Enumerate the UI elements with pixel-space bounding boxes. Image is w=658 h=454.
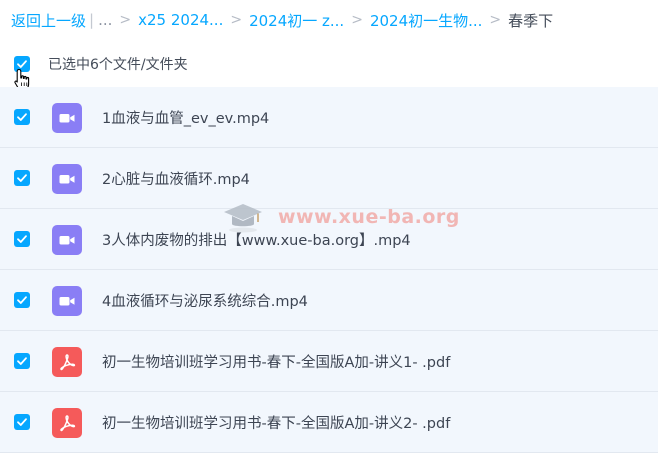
file-checkbox[interactable] [14,231,30,247]
video-camera-icon [59,236,75,245]
pdf-file-icon [52,347,82,377]
video-file-icon [52,103,82,133]
file-checkbox[interactable] [14,170,30,186]
breadcrumb-ellipsis[interactable]: ... [98,11,112,29]
breadcrumb-item-1[interactable]: x25 2024... [138,11,223,29]
file-name[interactable]: 初一生物培训班学习用书-春下-全国版A加-讲义2- .pdf [102,412,450,433]
video-file-icon [52,225,82,255]
file-name[interactable]: 1血液与血管_ev_ev.mp4 [102,107,269,128]
chevron-right-icon: > [489,12,502,28]
file-row[interactable]: 初一生物培训班学习用书-春下-全国版A加-讲义2- .pdf [0,392,658,453]
pdf-document-icon [60,415,76,432]
file-row[interactable]: 3人体内废物的排出【www.xue-ba.org】.mp4 [0,209,658,270]
breadcrumb: 返回上一级 | ... > x25 2024... > 2024初一 z... … [11,6,553,34]
file-name[interactable]: 4血液循环与泌尿系统综合.mp4 [102,290,308,311]
checkmark-icon [17,174,27,182]
file-checkbox[interactable] [14,353,30,369]
file-name[interactable]: 2心脏与血液循环.mp4 [102,168,250,189]
chevron-right-icon: > [230,12,243,28]
file-row[interactable]: 2心脏与血液循环.mp4 [0,148,658,209]
breadcrumb-item-2[interactable]: 2024初一 z... [249,10,344,31]
breadcrumb-back-link[interactable]: 返回上一级 [11,10,86,31]
file-name[interactable]: 3人体内废物的排出【www.xue-ba.org】.mp4 [102,229,411,250]
chevron-right-icon: > [119,12,132,28]
video-file-icon [52,164,82,194]
file-name[interactable]: 初一生物培训班学习用书-春下-全国版A加-讲义1- .pdf [102,351,450,372]
file-row[interactable]: 1血液与血管_ev_ev.mp4 [0,87,658,148]
checkmark-icon [17,235,27,243]
file-checkbox[interactable] [14,109,30,125]
pdf-file-icon [52,408,82,438]
video-camera-icon [59,297,75,306]
selection-count-text: 已选中6个文件/文件夹 [48,57,188,73]
checkmark-icon [17,113,27,121]
file-checkbox[interactable] [14,414,30,430]
checkmark-icon [17,296,27,304]
file-checkbox[interactable] [14,292,30,308]
breadcrumb-current: 春季下 [508,11,554,30]
breadcrumb-divider: | [89,11,95,29]
checkmark-icon [17,418,27,426]
file-row[interactable]: 初一生物培训班学习用书-春下-全国版A加-讲义1- .pdf [0,331,658,392]
video-camera-icon [59,114,75,123]
chevron-right-icon: > [351,12,363,28]
video-file-icon [52,286,82,316]
video-camera-icon [59,175,75,184]
file-row[interactable]: 4血液循环与泌尿系统综合.mp4 [0,270,658,331]
file-list: 1血液与血管_ev_ev.mp4 2心脏与血液循环.mp4 3人体内废物的排出【ww… [0,87,658,453]
breadcrumb-item-3[interactable]: 2024初一生物... [370,10,482,31]
pdf-document-icon [60,354,76,371]
selection-bar: 已选中6个文件/文件夹 [0,48,658,80]
checkmark-icon [17,357,27,365]
